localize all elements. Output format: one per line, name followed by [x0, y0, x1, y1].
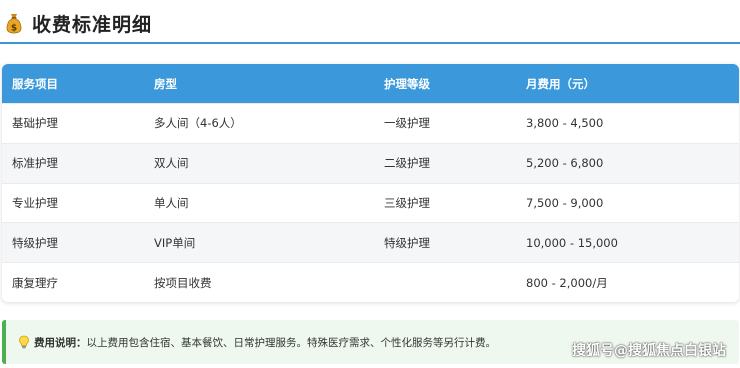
table-row: 康复理疗 按项目收费 800 - 2,000/月 [2, 262, 739, 302]
note-label: 费用说明： [34, 336, 87, 349]
cell-service: 标准护理 [2, 142, 144, 184]
cell-monthly-fee: 10,000 - 15,000 [516, 222, 739, 263]
cell-monthly-fee: 3,800 - 4,500 [516, 103, 739, 144]
cell-care-level: 特级护理 [374, 222, 516, 263]
page-header: $ 收费标准明细 [4, 8, 152, 38]
cell-room-type: VIP单间 [144, 222, 374, 263]
note-text: 以上费用包含住宿、基本餐饮、日常护理服务。特殊医疗需求、个性化服务等另行计费。 [86, 336, 497, 349]
cell-room-type: 单人间 [144, 182, 374, 223]
header-monthly-fee: 月费用（元） [516, 64, 739, 104]
watermark: 搜狐号@搜狐焦点白银站 [572, 343, 726, 359]
cell-monthly-fee: 7,500 - 9,000 [516, 182, 739, 223]
cell-monthly-fee: 800 - 2,000/月 [516, 262, 739, 302]
fee-table: 服务项目 房型 护理等级 月费用（元） 基础护理 多人间（4-6人） 一级护理 … [2, 64, 739, 302]
cell-service: 特级护理 [2, 222, 144, 263]
cell-service: 康复理疗 [2, 262, 144, 302]
table-row: 特级护理 VIP单间 特级护理 10,000 - 15,000 [2, 222, 739, 263]
header-room-type: 房型 [144, 64, 374, 104]
table-row: 专业护理 单人间 三级护理 7,500 - 9,000 [2, 182, 739, 223]
cell-room-type: 按项目收费 [144, 262, 374, 302]
page-title: 收费标准明细 [32, 13, 153, 36]
cell-service: 专业护理 [2, 182, 144, 223]
cell-room-type: 多人间（4-6人） [144, 103, 374, 144]
cell-service: 基础护理 [2, 103, 144, 144]
svg-text:$: $ [11, 24, 17, 34]
title-divider [0, 42, 740, 44]
lightbulb-icon [18, 335, 30, 349]
table-row: 标准护理 双人间 二级护理 5,200 - 6,800 [2, 142, 739, 184]
table-row: 基础护理 多人间（4-6人） 一级护理 3,800 - 4,500 [2, 103, 739, 144]
cell-care-level [374, 262, 516, 302]
cell-room-type: 双人间 [144, 142, 374, 184]
table-header-row: 服务项目 房型 护理等级 月费用（元） [2, 64, 739, 104]
cell-monthly-fee: 5,200 - 6,800 [516, 142, 739, 184]
header-care-level: 护理等级 [374, 64, 516, 104]
cell-care-level: 二级护理 [374, 142, 516, 184]
cell-care-level: 三级护理 [374, 182, 516, 223]
cell-care-level: 一级护理 [374, 103, 516, 144]
money-bag-icon: $ [4, 12, 24, 34]
header-service: 服务项目 [2, 64, 144, 104]
